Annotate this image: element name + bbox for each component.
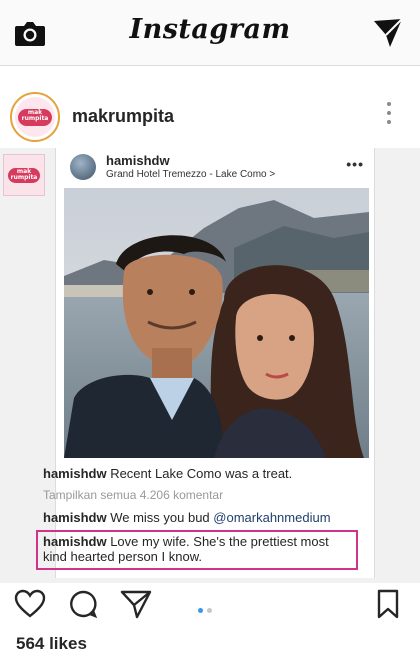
- post-image[interactable]: mak rumpita hamishdw Grand Hotel Tremezz…: [0, 148, 420, 583]
- bookmark-icon[interactable]: [376, 589, 400, 619]
- sticker-text: mak rumpita: [10, 168, 38, 181]
- comment-mention: @omarkahnmedium: [213, 510, 331, 525]
- comment-item: hamishdw We miss you bud @omarkahnmedium: [43, 510, 363, 525]
- post-header: mak rumpita makrumpita: [0, 86, 420, 146]
- comment-icon[interactable]: [68, 589, 98, 619]
- embedded-more-icon: •••: [346, 156, 364, 172]
- couple-photo: [64, 188, 369, 458]
- action-bar: [0, 585, 420, 625]
- comment-text: Recent Lake Como was a treat.: [106, 466, 293, 481]
- comment-user: hamishdw: [43, 510, 107, 525]
- comment-text: We miss you bud: [106, 510, 214, 525]
- avatar-image: mak rumpita: [15, 97, 55, 137]
- embedded-post-header: hamishdw Grand Hotel Tremezzo - Lake Com…: [56, 148, 376, 188]
- carousel-indicator: [198, 600, 222, 613]
- comment-caption: hamishdw Recent Lake Como was a treat.: [43, 466, 363, 481]
- heart-icon[interactable]: [14, 589, 46, 619]
- avatar-logo-text: mak rumpita: [21, 109, 49, 122]
- comment-user: hamishdw: [43, 466, 107, 481]
- embedded-username: hamishdw: [106, 153, 170, 168]
- carousel-dot-active: [198, 608, 203, 613]
- likes-count[interactable]: 564 likes: [16, 634, 87, 653]
- avatar[interactable]: mak rumpita: [10, 92, 60, 142]
- highlighted-comment: hamishdw Love my wife. She's the prettie…: [43, 534, 343, 564]
- embedded-avatar: [70, 154, 96, 180]
- more-vertical-icon[interactable]: [386, 102, 392, 128]
- share-icon[interactable]: [120, 589, 152, 619]
- embedded-location: Grand Hotel Tremezzo - Lake Como >: [106, 169, 276, 180]
- comment-user: hamishdw: [43, 534, 107, 549]
- app-title: Instagram: [129, 14, 291, 45]
- embedded-screenshot: hamishdw Grand Hotel Tremezzo - Lake Com…: [36, 148, 376, 578]
- top-bar: Instagram: [0, 0, 420, 66]
- view-all-comments: Tampilkan semua 4.206 komentar: [43, 488, 224, 502]
- carousel-dot: [207, 608, 212, 613]
- brand-sticker: mak rumpita: [3, 154, 45, 196]
- paper-plane-icon[interactable]: [372, 17, 404, 49]
- post-username[interactable]: makrumpita: [72, 106, 174, 127]
